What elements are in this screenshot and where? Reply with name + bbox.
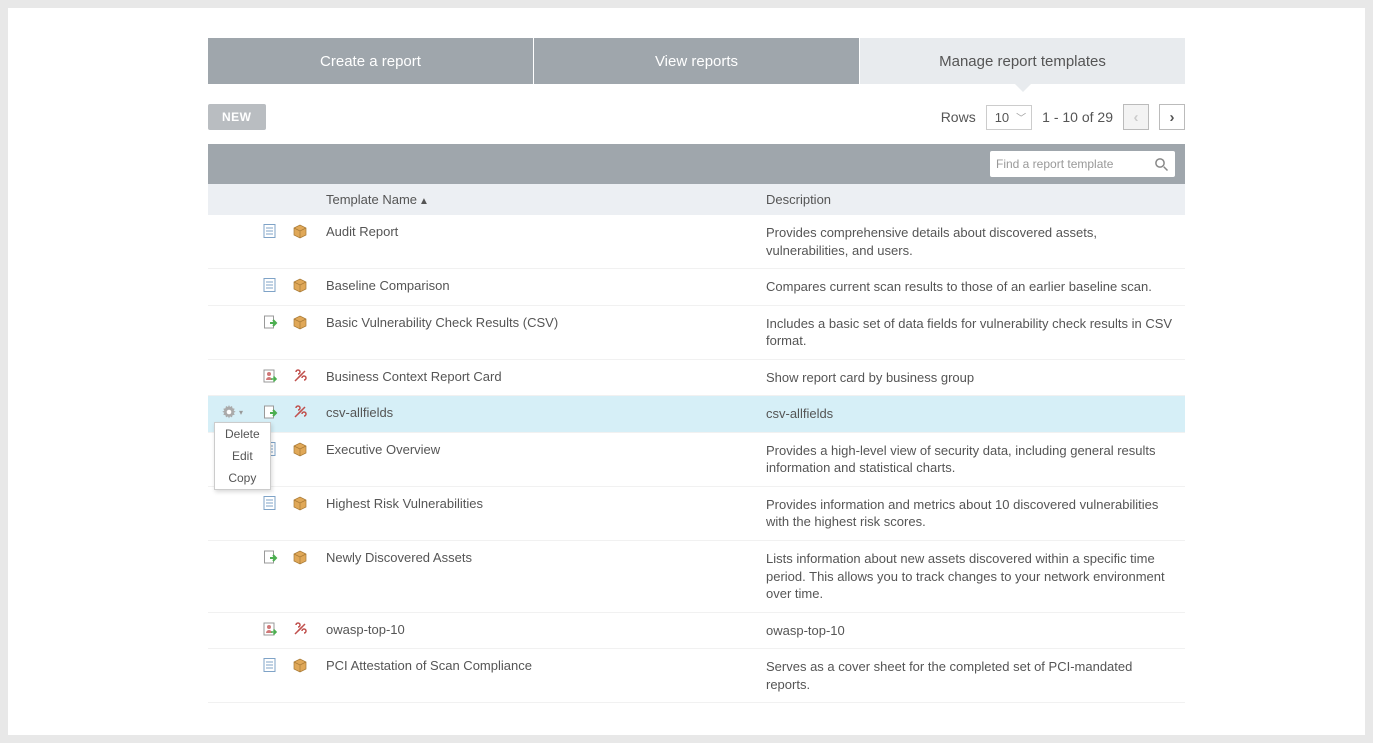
table-row[interactable]: Newly Discovered AssetsLists information… [208,541,1185,613]
template-description: csv-allfields [756,396,1185,433]
template-description: Serves as a cover sheet for the complete… [756,649,1185,703]
export-icon [262,314,278,330]
pager-range: 1 - 10 of 29 [1042,109,1113,125]
export-icon [262,404,278,420]
template-name[interactable]: PCI Attestation of Scan Compliance [316,649,756,703]
box-icon [292,314,308,330]
box-icon [292,549,308,565]
doc-icon [262,277,278,293]
tools-icon [292,368,308,384]
doc-icon [262,657,278,673]
table-row[interactable]: ▾DeleteEditCopycsv-allfieldscsv-allfield… [208,396,1185,433]
template-name[interactable]: owasp-top-10 [316,612,756,649]
template-description: Lists information about new assets disco… [756,541,1185,613]
search-bar [208,144,1185,184]
template-name[interactable]: Newly Discovered Assets [316,541,756,613]
tab-manage-templates[interactable]: Manage report templates [860,38,1185,84]
column-header-description[interactable]: Description [756,184,1185,215]
chevron-down-icon: ▾ [239,408,243,417]
tab-create-report[interactable]: Create a report [208,38,534,84]
table-row[interactable]: Audit ReportProvides comprehensive detai… [208,215,1185,269]
search-box [990,151,1175,177]
search-input[interactable] [996,157,1154,171]
tools-icon [292,404,308,420]
template-description: Provides comprehensive details about dis… [756,215,1185,269]
row-actions-button[interactable]: ▾ [221,404,243,420]
person-icon [262,621,278,637]
export-icon [262,549,278,565]
column-header-name[interactable]: Template Name▲ [316,184,756,215]
template-name[interactable]: Business Context Report Card [316,359,756,396]
template-description: Includes a basic set of data fields for … [756,305,1185,359]
rows-select[interactable]: 10 ﹀ [986,105,1032,130]
person-icon [262,368,278,384]
table-row[interactable]: Baseline ComparisonCompares current scan… [208,269,1185,306]
table-row[interactable]: PCI Attestation of Scan ComplianceServes… [208,649,1185,703]
template-description: Show report card by business group [756,359,1185,396]
template-description: Provides information and metrics about 1… [756,486,1185,540]
gear-icon [221,404,237,420]
table-row[interactable]: Highest Risk VulnerabilitiesProvides inf… [208,486,1185,540]
box-icon [292,277,308,293]
box-icon [292,657,308,673]
chevron-down-icon: ﹀ [1016,110,1026,125]
row-actions-menu: DeleteEditCopy [214,422,271,490]
templates-table: Template Name▲ Description Audit ReportP… [208,184,1185,703]
page-frame: Create a report View reports Manage repo… [8,8,1365,735]
sort-asc-icon: ▲ [419,196,429,207]
new-button[interactable]: NEW [208,104,266,130]
doc-icon [262,223,278,239]
template-name[interactable]: Basic Vulnerability Check Results (CSV) [316,305,756,359]
menu-item-copy[interactable]: Copy [215,467,270,489]
template-name[interactable]: Executive Overview [316,432,756,486]
doc-icon [262,495,278,511]
pager-prev-button: ‹ [1123,104,1149,130]
tab-view-reports[interactable]: View reports [534,38,860,84]
template-name[interactable]: Highest Risk Vulnerabilities [316,486,756,540]
table-row[interactable]: owasp-top-10owasp-top-10 [208,612,1185,649]
table-row[interactable]: Basic Vulnerability Check Results (CSV)I… [208,305,1185,359]
menu-item-edit[interactable]: Edit [215,445,270,467]
search-icon[interactable] [1154,157,1169,172]
tools-icon [292,621,308,637]
table-row[interactable]: Executive OverviewProvides a high-level … [208,432,1185,486]
box-icon [292,441,308,457]
rows-label: Rows [941,109,976,125]
toolbar: NEW Rows 10 ﹀ 1 - 10 of 29 ‹ › [208,104,1185,130]
box-icon [292,223,308,239]
menu-item-delete[interactable]: Delete [215,423,270,445]
table-header-row: Template Name▲ Description [208,184,1185,215]
template-description: Provides a high-level view of security d… [756,432,1185,486]
template-name[interactable]: csv-allfields [316,396,756,433]
tabs: Create a report View reports Manage repo… [208,38,1185,84]
rows-value: 10 [995,110,1009,125]
box-icon [292,495,308,511]
pager-next-button[interactable]: › [1159,104,1185,130]
template-description: owasp-top-10 [756,612,1185,649]
template-name[interactable]: Audit Report [316,215,756,269]
table-row[interactable]: Business Context Report CardShow report … [208,359,1185,396]
pager: Rows 10 ﹀ 1 - 10 of 29 ‹ › [941,104,1185,130]
template-name[interactable]: Baseline Comparison [316,269,756,306]
template-description: Compares current scan results to those o… [756,269,1185,306]
